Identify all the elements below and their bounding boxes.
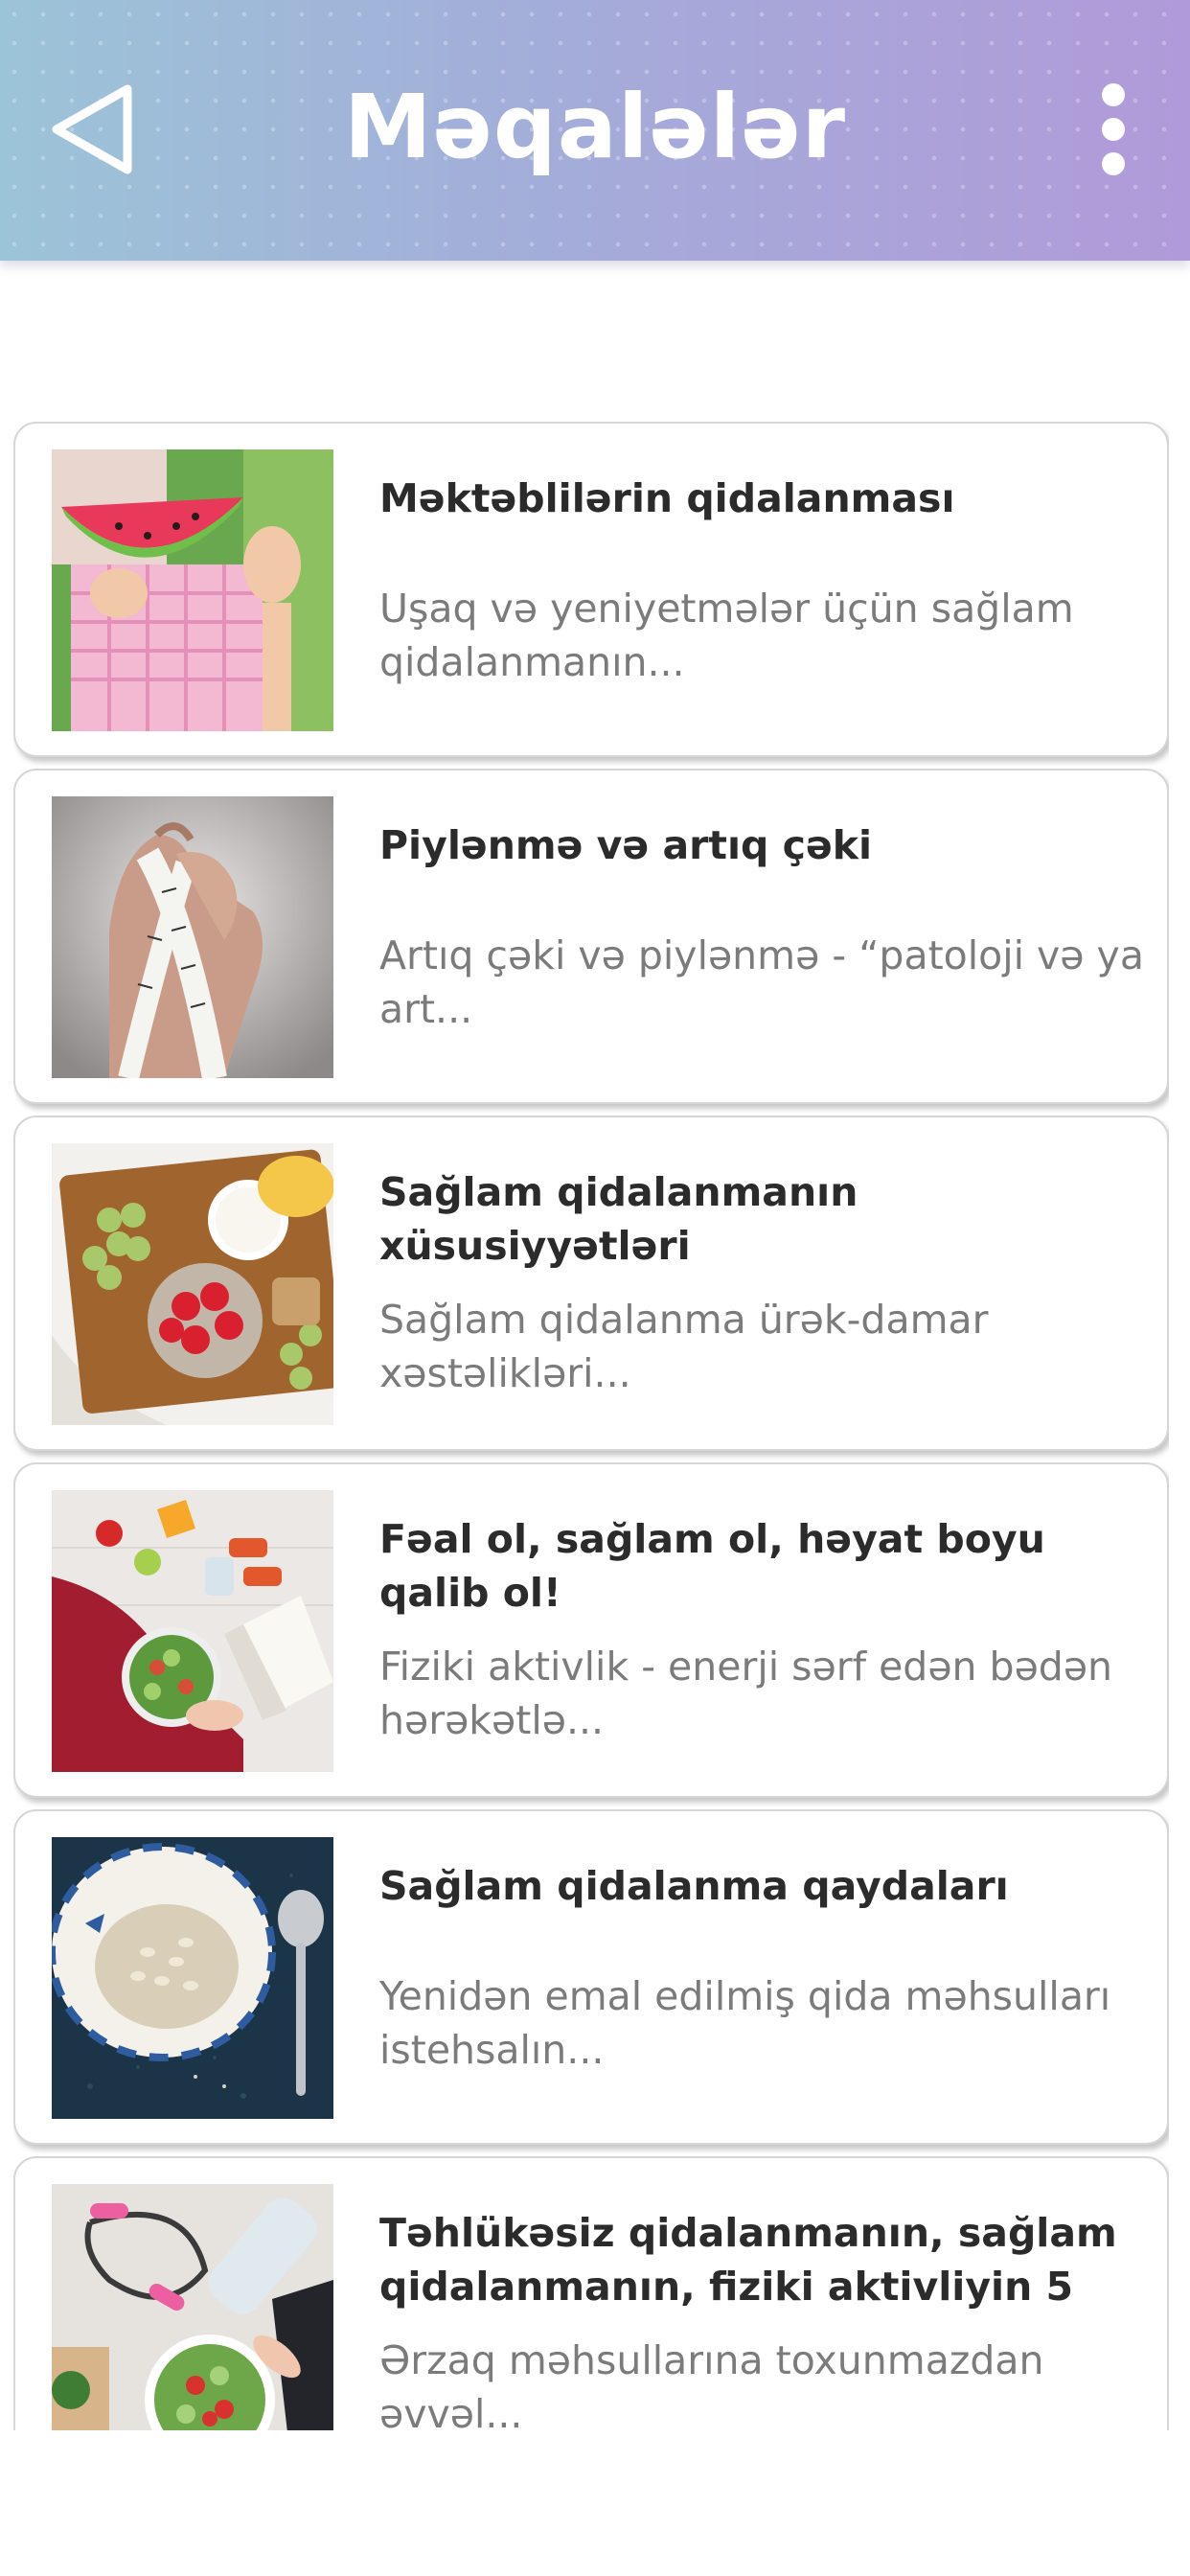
salad-and-dumbbells-image	[52, 1490, 333, 1772]
article-description: Artıq çəki və piylənmə - “patoloji və ya…	[379, 932, 1144, 1032]
app-header: Məqalələr	[0, 0, 1190, 261]
article-description: Ərzaq məhsullarına toxunmazdan əvvəl...	[379, 2337, 1044, 2430]
healthy-food-tray-image	[52, 1143, 333, 1425]
article-thumbnail	[52, 796, 333, 1078]
article-card[interactable]: Təhlükəsiz qidalanmanın, sağlam qidalanm…	[13, 2156, 1169, 2430]
more-vertical-icon	[1102, 83, 1125, 106]
child-eating-watermelon-image	[52, 449, 333, 731]
article-title: Sağlam qidalanmanın xüsusiyyətləri	[379, 1169, 858, 1269]
article-thumbnail	[52, 1837, 333, 2119]
article-thumbnail	[52, 1490, 333, 1772]
page-title: Məqalələr	[343, 76, 847, 178]
article-thumbnail	[52, 2184, 333, 2430]
more-options-button[interactable]	[1075, 77, 1152, 182]
article-card[interactable]: Piylənmə və artıq çəki Artıq çəki və piy…	[13, 769, 1169, 1104]
article-description: Yenidən emal edilmiş qida məhsulları ist…	[379, 1973, 1111, 2073]
article-title: Sağlam qidalanma qaydaları	[379, 1863, 1009, 1909]
oats-bowl-and-spoon-image	[52, 1837, 333, 2119]
jump-rope-and-salad-image	[52, 2184, 333, 2430]
article-description: Uşaq və yeniyetmələr üçün sağlam qidalan…	[379, 586, 1074, 685]
article-thumbnail	[52, 449, 333, 731]
article-card[interactable]: Fəal ol, sağlam ol, həyat boyu qalib ol!…	[13, 1462, 1169, 1798]
article-title: Məktəblilərin qidalanması	[379, 475, 955, 521]
article-thumbnail	[52, 1143, 333, 1425]
article-card[interactable]: Sağlam qidalanmanın xüsusiyyətləri Sağla…	[13, 1116, 1169, 1451]
article-card[interactable]: Məktəblilərin qidalanması Uşaq və yeniye…	[13, 422, 1169, 757]
article-title: Fəal ol, sağlam ol, həyat boyu qalib ol!	[379, 1516, 1045, 1616]
article-description: Sağlam qidalanma ürək-damar xəstəlikləri…	[379, 1297, 989, 1396]
hand-holding-measuring-tape-image	[52, 796, 333, 1078]
article-card[interactable]: Sağlam qidalanma qaydaları Yenidən emal …	[13, 1809, 1169, 2145]
article-title: Piylənmə və artıq çəki	[379, 822, 873, 868]
article-title: Təhlükəsiz qidalanmanın, sağlam qidalanm…	[379, 2210, 1117, 2310]
articles-list[interactable]: Məktəblilərin qidalanması Uşaq və yeniye…	[13, 422, 1169, 2430]
article-description: Fiziki aktivlik - enerji sərf edən bədən…	[379, 1644, 1113, 1743]
